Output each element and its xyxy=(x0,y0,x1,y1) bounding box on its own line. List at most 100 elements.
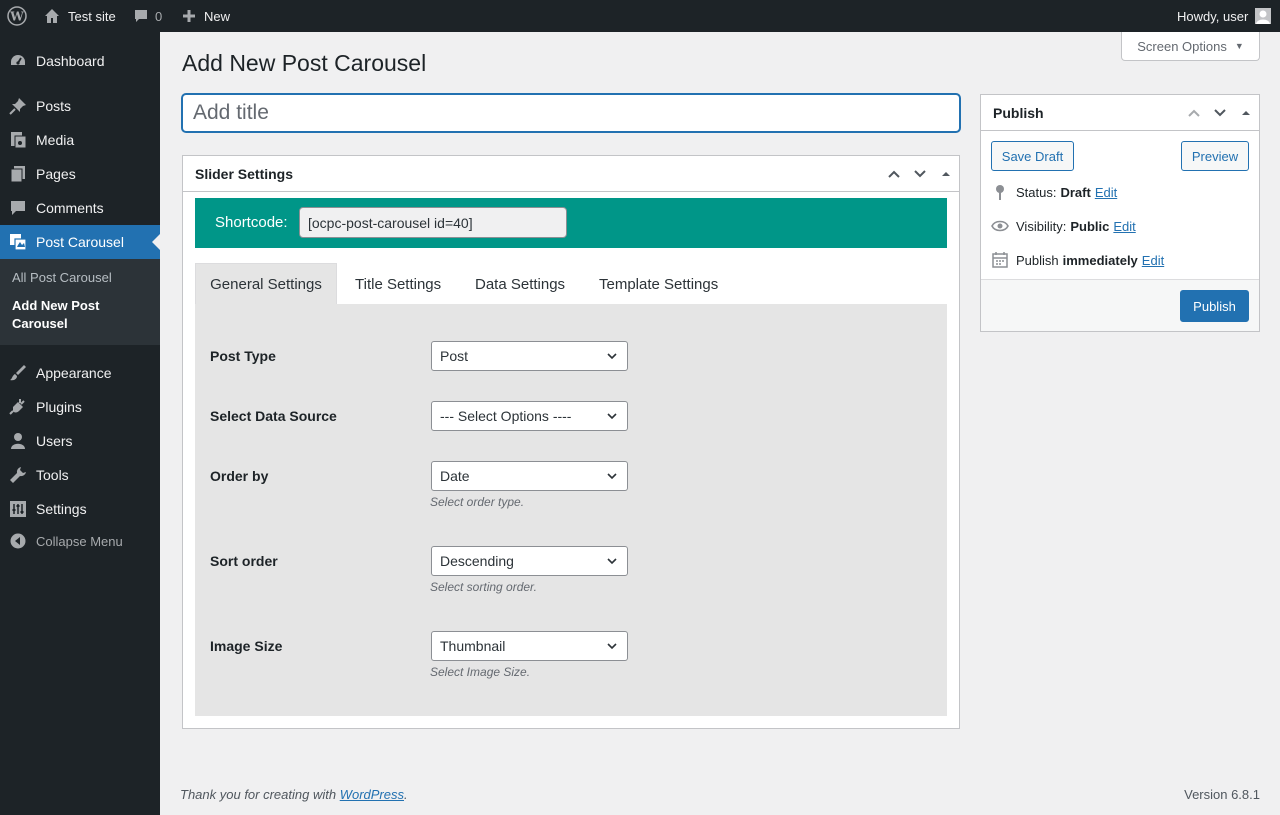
pin-icon xyxy=(8,96,28,116)
select-value: --- Select Options ---- xyxy=(440,408,572,424)
publish-button-label: Publish xyxy=(1193,298,1236,314)
move-up-icon[interactable] xyxy=(881,156,907,192)
my-account-link[interactable]: Howdy, user xyxy=(1177,0,1272,32)
preview-label: Preview xyxy=(1191,148,1239,164)
tab-general-settings[interactable]: General Settings xyxy=(195,263,337,305)
screen-options-label: Screen Options xyxy=(1137,38,1227,54)
menu-label: Post Carousel xyxy=(36,234,124,250)
chevron-down-icon xyxy=(605,409,619,426)
admin-sidebar: Dashboard Posts Media Pages Comments Pos… xyxy=(0,32,160,815)
post-type-select[interactable]: Post xyxy=(431,341,628,371)
menu-comments[interactable]: Comments xyxy=(0,191,160,225)
wordpress-link[interactable]: WordPress xyxy=(340,787,404,802)
dashboard-icon xyxy=(8,51,28,71)
screen-options-button[interactable]: Screen Options ▼ xyxy=(1121,32,1260,61)
home-icon xyxy=(44,8,60,24)
menu-tools[interactable]: Tools xyxy=(0,458,160,492)
save-draft-button[interactable]: Save Draft xyxy=(991,141,1074,171)
menu-label: Posts xyxy=(36,98,72,114)
menu-label: Pages xyxy=(36,166,76,182)
toggle-panel-icon[interactable] xyxy=(933,156,959,192)
menu-label: Comments xyxy=(36,200,104,216)
publish-title: Publish xyxy=(993,104,1044,121)
brush-icon xyxy=(8,363,28,383)
slider-settings-header: Slider Settings xyxy=(183,156,959,192)
edit-status-link[interactable]: Edit xyxy=(1095,185,1117,200)
publish-button[interactable]: Publish xyxy=(1180,290,1249,322)
menu-label: Plugins xyxy=(36,399,82,415)
tab-template-settings[interactable]: Template Settings xyxy=(599,263,718,305)
comments-link[interactable]: 0 xyxy=(133,0,162,32)
order-by-select[interactable]: Date xyxy=(431,461,628,491)
pin-icon xyxy=(991,183,1009,201)
edit-visibility-link[interactable]: Edit xyxy=(1113,219,1135,234)
footer-thanks: Thank you for creating with WordPress. xyxy=(180,787,408,802)
page-title: Add New Post Carousel xyxy=(182,50,427,76)
avatar xyxy=(1255,8,1272,24)
menu-posts[interactable]: Posts xyxy=(0,89,160,123)
sort-order-select[interactable]: Descending xyxy=(431,546,628,576)
settings-icon xyxy=(8,499,28,519)
shortcode-bar: Shortcode: xyxy=(195,198,947,248)
status-row: Status: Draft Edit xyxy=(991,183,1117,201)
collapse-menu-button[interactable]: Collapse Menu xyxy=(0,524,160,558)
menu-pages[interactable]: Pages xyxy=(0,157,160,191)
plus-icon xyxy=(182,9,196,23)
calendar-icon xyxy=(991,251,1009,269)
menu-settings[interactable]: Settings xyxy=(0,492,160,526)
chevron-down-icon xyxy=(605,469,619,486)
post-carousel-submenu: All Post Carousel Add New Post Carousel xyxy=(0,259,160,345)
admin-bar: W Test site 0 New Howdy, user xyxy=(0,0,1280,32)
tab-data-settings[interactable]: Data Settings xyxy=(475,263,565,305)
sort-order-description: Select sorting order. xyxy=(430,580,537,594)
edit-schedule-link[interactable]: Edit xyxy=(1142,253,1164,268)
menu-dashboard[interactable]: Dashboard xyxy=(0,44,160,78)
howdy-text: Howdy, user xyxy=(1177,8,1249,24)
tab-label: General Settings xyxy=(210,276,322,293)
select-value: Post xyxy=(440,348,469,364)
preview-button[interactable]: Preview xyxy=(1181,141,1249,171)
shortcode-label: Shortcode: xyxy=(215,214,288,231)
image-size-select[interactable]: Thumbnail xyxy=(431,631,628,661)
status-label: Status: xyxy=(1016,184,1057,200)
tab-label: Template Settings xyxy=(599,275,719,293)
image-size-label: Image Size xyxy=(210,638,283,654)
menu-label: Users xyxy=(36,433,73,449)
menu-media[interactable]: Media xyxy=(0,123,160,157)
tab-title-settings[interactable]: Title Settings xyxy=(355,263,441,305)
svg-text:W: W xyxy=(9,10,24,24)
caret-down-icon: ▼ xyxy=(1234,41,1244,51)
data-source-select[interactable]: --- Select Options ---- xyxy=(431,401,628,431)
menu-appearance[interactable]: Appearance xyxy=(0,356,160,390)
sort-order-label: Sort order xyxy=(210,553,278,569)
submenu-add-new-post-carousel[interactable]: Add New Post Carousel xyxy=(12,297,152,333)
toggle-panel-icon[interactable] xyxy=(1233,95,1259,131)
wordpress-logo-icon[interactable]: W xyxy=(7,0,27,32)
visibility-label: Visibility: xyxy=(1016,218,1067,234)
order-by-label: Order by xyxy=(210,468,269,484)
visibility-row: Visibility: Public Edit xyxy=(991,217,1136,235)
menu-post-carousel[interactable]: Post Carousel xyxy=(0,225,160,259)
media-icon xyxy=(8,130,28,150)
site-name-link[interactable]: Test site xyxy=(44,0,116,32)
move-down-icon[interactable] xyxy=(1207,95,1233,131)
collapse-arrow-icon xyxy=(10,533,26,549)
post-type-label: Post Type xyxy=(210,348,276,364)
menu-label: Tools xyxy=(36,467,69,483)
move-down-icon[interactable] xyxy=(907,156,933,192)
order-by-description: Select order type. xyxy=(430,495,525,509)
visibility-value: Public xyxy=(1070,218,1110,234)
move-up-icon[interactable] xyxy=(1181,95,1207,131)
menu-users[interactable]: Users xyxy=(0,424,160,458)
post-title-input[interactable] xyxy=(182,94,960,132)
schedule-row: Publish immediately Edit xyxy=(991,251,1164,269)
menu-plugins[interactable]: Plugins xyxy=(0,390,160,424)
plug-icon xyxy=(8,397,28,417)
shortcode-field[interactable] xyxy=(299,207,567,238)
slider-settings-title: Slider Settings xyxy=(195,165,294,182)
status-value: Draft xyxy=(1060,184,1091,200)
menu-label: Dashboard xyxy=(36,53,105,69)
new-content-link[interactable]: New xyxy=(182,0,230,32)
comments-count: 0 xyxy=(155,8,163,24)
submenu-all-post-carousel[interactable]: All Post Carousel xyxy=(12,269,152,287)
